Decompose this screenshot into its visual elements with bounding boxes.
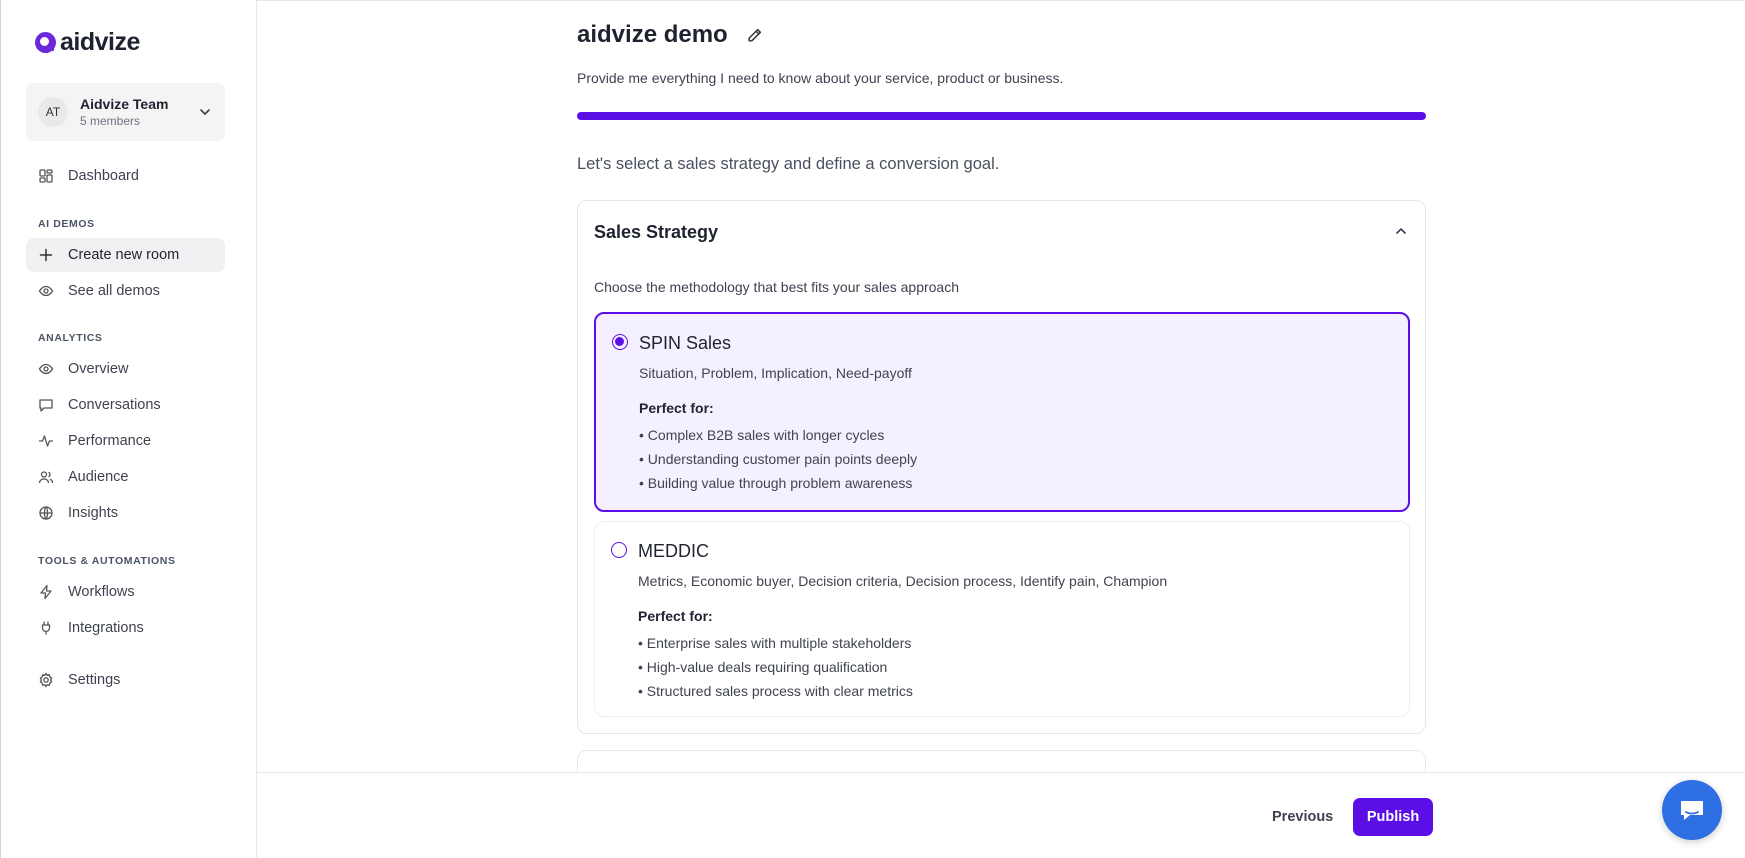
sidebar-item-conversations[interactable]: Conversations <box>26 388 225 422</box>
chevron-down-icon <box>200 109 210 115</box>
progress-bar <box>577 112 1426 120</box>
perfect-for-label: Perfect for: <box>639 400 714 416</box>
option-meddic[interactable]: MEDDIC Metrics, Economic buyer, Decision… <box>594 521 1410 717</box>
sidebar-item-performance[interactable]: Performance <box>26 424 225 458</box>
footer-bar: Previous Publish <box>257 772 1745 858</box>
sidebar-item-audience[interactable]: Audience <box>26 460 225 494</box>
sidebar-item-overview[interactable]: Overview <box>26 352 225 386</box>
sidebar-item-label: Overview <box>68 361 129 377</box>
chat-bubble-icon <box>1681 801 1703 820</box>
plug-icon <box>41 621 51 635</box>
list-item: • Building value through problem awarene… <box>639 475 913 491</box>
card-title[interactable]: Sales Strategy <box>594 222 718 243</box>
option-spin-sales[interactable]: SPIN Sales Situation, Problem, Implicati… <box>594 312 1410 512</box>
plus-icon <box>39 248 53 262</box>
card-description: Choose the methodology that best fits yo… <box>594 279 959 295</box>
option-description: Situation, Problem, Implication, Need-pa… <box>639 365 912 381</box>
sidebar-item-label: See all demos <box>68 283 160 299</box>
option-description: Metrics, Economic buyer, Decision criter… <box>638 573 1168 589</box>
sidebar-item-label: Conversations <box>68 397 161 413</box>
sidebar-item-workflows[interactable]: Workflows <box>26 575 225 609</box>
sidebar-item-create-new-room[interactable]: Create new room <box>26 238 225 272</box>
chat-widget-button[interactable] <box>1662 780 1722 840</box>
option-name: MEDDIC <box>638 541 709 561</box>
perfect-for-label: Perfect for: <box>638 608 713 624</box>
logo-text: aidvize <box>60 28 140 56</box>
chevron-up-icon[interactable] <box>1393 223 1409 239</box>
logo[interactable]: aidvize <box>35 28 140 57</box>
activity-icon <box>38 435 54 447</box>
publish-button[interactable]: Publish <box>1353 798 1433 836</box>
team-avatar: AT <box>38 97 68 127</box>
team-members: 5 members <box>80 114 141 128</box>
sales-strategy-card: Sales Strategy Choose the methodology th… <box>577 200 1426 734</box>
previous-button[interactable]: Previous <box>1258 798 1347 836</box>
list-item: • Understanding customer pain points dee… <box>639 451 918 467</box>
dashboard-icon <box>39 169 53 183</box>
section-analytics: ANALYTICS <box>38 332 103 344</box>
step-text: Let's select a sales strategy and define… <box>577 155 1000 173</box>
sidebar-item-label: Settings <box>68 672 121 688</box>
sidebar-item-dashboard[interactable]: Dashboard <box>26 159 225 193</box>
sidebar-item-insights[interactable]: Insights <box>26 496 225 530</box>
radio-spin-sales[interactable] <box>612 334 628 350</box>
eye-icon <box>38 285 54 297</box>
team-info: Aidvize Team 5 members <box>80 96 197 128</box>
users-icon <box>38 471 54 484</box>
option-bullets: • Enterprise sales with multiple stakeho… <box>638 635 913 707</box>
globe-icon <box>39 506 53 520</box>
progress-fill <box>577 112 1426 120</box>
sidebar: aidvize AT Aidvize Team 5 members Dashbo… <box>0 0 257 858</box>
main-content: aidvize demo Provide me everything I nee… <box>257 0 1745 858</box>
aidvize-logo-icon <box>35 32 56 53</box>
list-item: • Structured sales process with clear me… <box>638 683 913 699</box>
chat-icon <box>39 399 53 412</box>
list-item: • Complex B2B sales with longer cycles <box>639 427 885 443</box>
sidebar-item-label: Performance <box>68 433 152 449</box>
list-item: • Enterprise sales with multiple stakeho… <box>638 635 912 651</box>
sidebar-item-label: Audience <box>68 469 129 485</box>
option-name: SPIN Sales <box>639 333 732 353</box>
list-item: • High-value deals requiring qualificati… <box>638 659 888 675</box>
page-title: aidvize demo <box>577 21 728 48</box>
sidebar-item-label: Create new room <box>68 247 180 263</box>
gear-icon <box>39 672 53 688</box>
lightning-icon <box>40 584 52 600</box>
section-tools-automations: TOOLS & AUTOMATIONS <box>38 555 176 567</box>
eye-icon <box>38 363 54 375</box>
option-bullets: • Complex B2B sales with longer cycles •… <box>639 427 917 499</box>
section-ai-demos: AI DEMOS <box>38 218 95 230</box>
sidebar-item-label: Integrations <box>68 620 144 636</box>
pencil-icon[interactable] <box>746 27 763 44</box>
title-row: aidvize demo <box>577 21 763 49</box>
sidebar-item-settings[interactable]: Settings <box>26 663 225 697</box>
page-subtitle: Provide me everything I need to know abo… <box>577 70 1064 86</box>
sidebar-item-label: Dashboard <box>68 168 139 184</box>
sidebar-item-see-all-demos[interactable]: See all demos <box>26 274 225 308</box>
sidebar-item-label: Workflows <box>68 584 135 600</box>
team-switcher[interactable]: AT Aidvize Team 5 members <box>26 83 225 141</box>
team-name: Aidvize Team <box>80 96 169 112</box>
radio-meddic[interactable] <box>611 542 627 558</box>
sidebar-item-integrations[interactable]: Integrations <box>26 611 225 645</box>
sidebar-item-label: Insights <box>68 505 118 521</box>
